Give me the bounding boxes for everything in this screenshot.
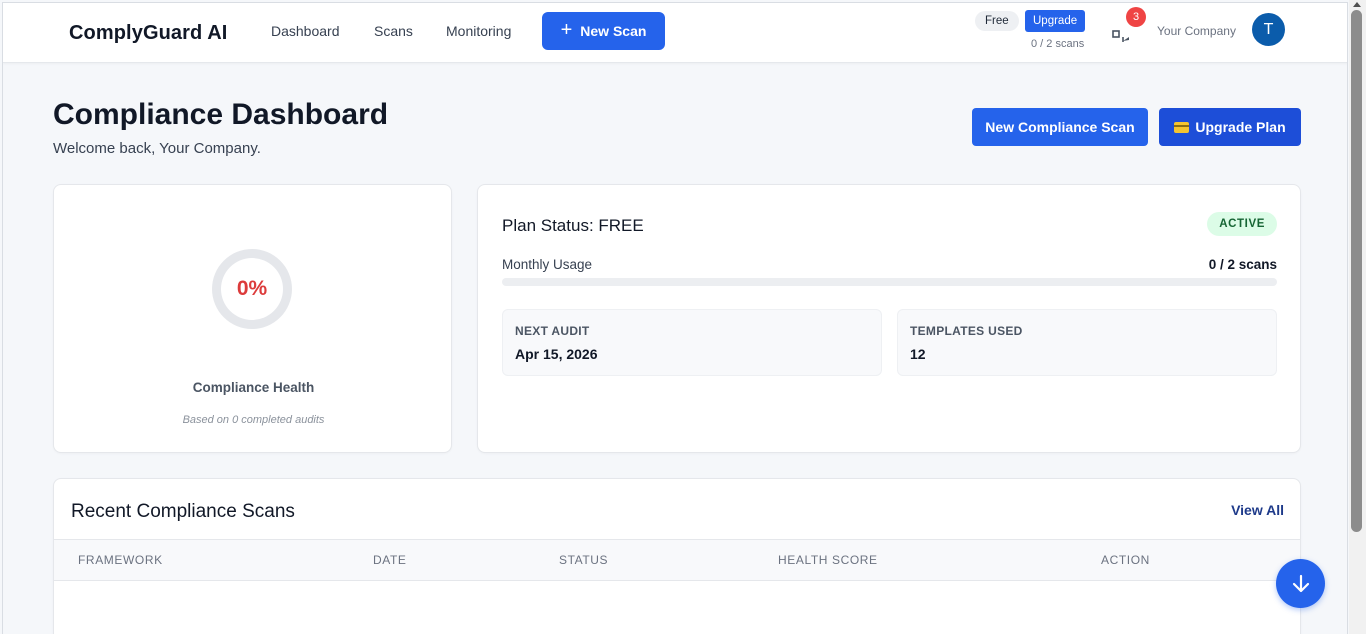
brand-logo-text[interactable]: ComplyGuard AI xyxy=(69,22,227,45)
app-window: ComplyGuard AI Dashboard Scans Monitorin… xyxy=(2,2,1348,634)
company-name[interactable]: Your Company xyxy=(1157,24,1236,38)
notifications-icon[interactable] xyxy=(1111,27,1133,49)
scans-table-header: FRAMEWORK DATE STATUS HEALTH SCORE ACTIO… xyxy=(54,539,1300,581)
nav-scans[interactable]: Scans xyxy=(374,23,413,39)
column-header-action: ACTION xyxy=(1101,553,1150,567)
page-title: Compliance Dashboard xyxy=(53,98,389,131)
plan-badge: Free xyxy=(975,11,1019,31)
view-all-link[interactable]: View All xyxy=(1231,502,1284,518)
health-score-percent: 0% xyxy=(221,258,283,320)
new-scan-button[interactable]: + New Scan xyxy=(542,12,665,50)
top-nav-bar: ComplyGuard AI Dashboard Scans Monitorin… xyxy=(3,3,1347,63)
upgrade-plan-button[interactable]: Upgrade Plan xyxy=(1159,108,1301,146)
plus-icon: + xyxy=(560,19,573,41)
plan-status-card: Plan Status: FREE ACTIVE Monthly Usage 0… xyxy=(477,184,1301,453)
upgrade-button[interactable]: Upgrade xyxy=(1025,10,1086,32)
avatar[interactable]: T xyxy=(1252,13,1285,46)
recent-scans-title: Recent Compliance Scans xyxy=(71,501,295,522)
monthly-usage-label: Monthly Usage xyxy=(502,257,593,272)
scan-usage-text: 0 / 2 scans xyxy=(1031,38,1085,50)
nav-monitoring[interactable]: Monitoring xyxy=(446,23,511,39)
upgrade-plan-label: Upgrade Plan xyxy=(1195,119,1286,135)
new-compliance-scan-button[interactable]: New Compliance Scan xyxy=(972,108,1148,146)
column-header-date: DATE xyxy=(373,553,407,567)
next-audit-value: Apr 15, 2026 xyxy=(515,346,598,362)
nav-dashboard[interactable]: Dashboard xyxy=(271,23,340,39)
credit-card-icon xyxy=(1174,121,1190,133)
health-label: Compliance Health xyxy=(192,380,315,395)
scroll-down-button[interactable] xyxy=(1276,559,1325,608)
arrow-down-icon xyxy=(1292,574,1309,592)
usage-progress-bar xyxy=(502,278,1277,286)
next-audit-label: NEXT AUDIT xyxy=(515,324,590,338)
scrollbar-thumb[interactable] xyxy=(1351,10,1362,532)
notification-count-badge: 3 xyxy=(1126,7,1146,27)
welcome-text: Welcome back, Your Company. xyxy=(53,140,261,157)
next-audit-box: NEXT AUDIT Apr 15, 2026 xyxy=(502,309,882,376)
compliance-health-card: 0% Compliance Health Based on 0 complete… xyxy=(53,184,452,453)
column-header-status: STATUS xyxy=(559,553,609,567)
new-scan-label: New Scan xyxy=(580,23,647,39)
health-subtext: Based on 0 completed audits xyxy=(182,414,325,426)
recent-scans-card: Recent Compliance Scans View All FRAMEWO… xyxy=(53,478,1301,634)
templates-used-box: TEMPLATES USED 12 xyxy=(897,309,1277,376)
templates-used-label: TEMPLATES USED xyxy=(910,324,1023,338)
column-header-framework: FRAMEWORK xyxy=(78,553,163,567)
templates-used-value: 12 xyxy=(910,346,926,362)
column-header-health-score: HEALTH SCORE xyxy=(778,553,878,567)
status-badge: ACTIVE xyxy=(1207,212,1277,236)
plan-status-title: Plan Status: FREE xyxy=(502,216,644,235)
scroll-up-arrow-icon[interactable] xyxy=(1353,2,1361,7)
monthly-usage-value: 0 / 2 scans xyxy=(1208,257,1277,272)
health-score-ring: 0% xyxy=(212,249,292,329)
